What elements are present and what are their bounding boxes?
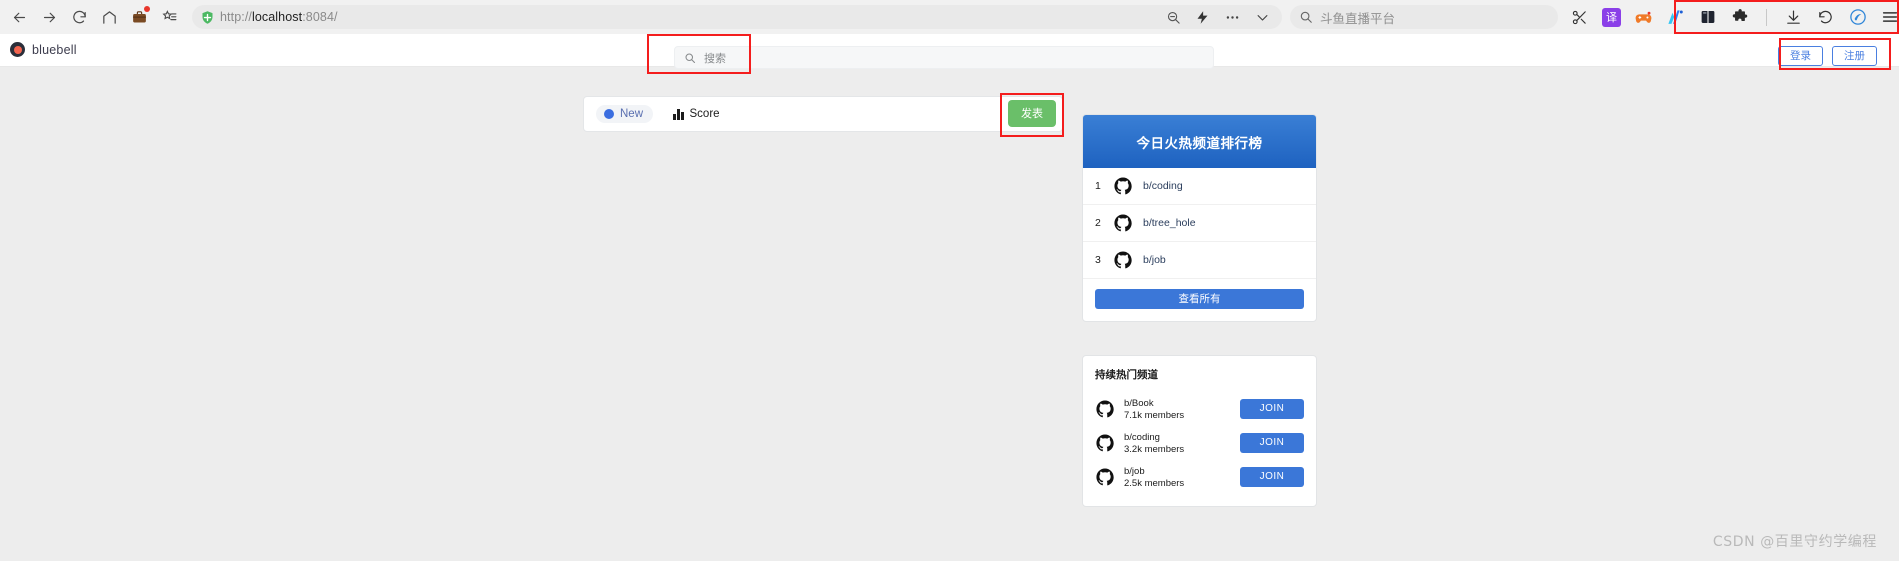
sort-tab-score[interactable]: Score <box>673 108 720 120</box>
sync-icon[interactable] <box>1848 8 1867 27</box>
github-icon <box>1095 399 1115 419</box>
navigation-buttons <box>0 2 184 32</box>
table-row[interactable]: 1 b/coding <box>1083 168 1316 205</box>
rank-card-header: 今日火热频道排行榜 <box>1083 115 1316 168</box>
channel-name: b/Book <box>1124 397 1154 409</box>
channel-name: b/coding <box>1124 431 1160 443</box>
new-dot-icon <box>604 109 614 119</box>
browser-extensions: 译 <box>1570 7 1899 27</box>
sort-tab-new[interactable]: New <box>596 105 654 123</box>
rank-number: 2 <box>1095 217 1101 229</box>
history-back-icon[interactable] <box>1816 8 1835 27</box>
translate-icon[interactable]: 译 <box>1602 7 1621 27</box>
forward-icon[interactable] <box>34 2 64 32</box>
github-icon <box>1113 250 1133 270</box>
sort-tab-score-label: Score <box>689 108 720 120</box>
member-count: 2.5k members <box>1124 477 1185 489</box>
bluebell-logo-icon <box>10 42 25 57</box>
brand-logo[interactable]: bluebell <box>10 42 77 57</box>
rank-card-title: 今日火热频道排行榜 <box>1136 135 1263 152</box>
brand-name: bluebell <box>32 42 77 57</box>
address-bar[interactable]: http://localhost:8084/ <box>192 5 1282 29</box>
rank-number: 1 <box>1095 180 1101 192</box>
search-placeholder: 搜索 <box>704 52 726 65</box>
github-icon <box>1113 213 1133 233</box>
url-text: http://localhost:8084/ <box>220 10 338 24</box>
game-controller-icon[interactable] <box>1634 8 1653 27</box>
table-row[interactable]: 2 b/tree_hole <box>1083 205 1316 242</box>
briefcase-icon[interactable] <box>124 2 154 32</box>
browser-search-box[interactable]: 斗鱼直播平台 <box>1290 5 1558 29</box>
channel-meta: b/job 2.5k members <box>1124 466 1184 489</box>
reload-icon[interactable] <box>64 2 94 32</box>
rank-number: 3 <box>1095 254 1101 266</box>
address-bar-actions <box>1166 9 1274 26</box>
channel-name: b/job <box>1143 254 1166 266</box>
list-item: b/job 2.5k members JOIN <box>1095 460 1304 494</box>
member-count: 3.2k members <box>1124 443 1185 455</box>
join-button[interactable]: JOIN <box>1240 433 1304 453</box>
download-icon[interactable] <box>1784 8 1803 27</box>
table-row[interactable]: 3 b/job <box>1083 242 1316 279</box>
channel-name: b/tree_hole <box>1143 217 1196 229</box>
post-button[interactable]: 发表 <box>1008 100 1056 127</box>
list-item: b/coding 3.2k members JOIN <box>1095 426 1304 460</box>
join-button[interactable]: JOIN <box>1240 467 1304 487</box>
channel-name: b/coding <box>1143 180 1183 192</box>
github-icon <box>1095 433 1115 453</box>
view-all-wrapper: 查看所有 <box>1083 279 1316 321</box>
view-all-button[interactable]: 查看所有 <box>1095 289 1304 309</box>
member-count: 7.1k members <box>1124 409 1185 421</box>
register-button[interactable]: 注册 <box>1832 46 1877 66</box>
list-item: b/Book 7.1k members JOIN <box>1095 392 1304 426</box>
flash-icon[interactable] <box>1195 10 1210 25</box>
popular-card-title: 持续热门频道 <box>1095 369 1158 381</box>
more-icon[interactable] <box>1224 9 1241 26</box>
watermark: CSDN @百里守约学编程 <box>1712 534 1877 550</box>
browser-search-value: 斗鱼直播平台 <box>1320 11 1396 26</box>
github-icon <box>1095 467 1115 487</box>
browser-toolbar: http://localhost:8084/ 斗鱼直播平台 译 <box>0 0 1899 34</box>
zoom-out-icon[interactable] <box>1166 10 1181 25</box>
briefcase-badge <box>144 6 150 12</box>
github-icon <box>1113 176 1133 196</box>
search-input[interactable]: 搜索 <box>674 46 1214 69</box>
scissors-icon[interactable] <box>1570 8 1589 27</box>
channel-meta: b/coding 3.2k members <box>1124 432 1184 455</box>
shield-icon <box>200 10 215 25</box>
bar-chart-icon <box>673 108 684 120</box>
puzzle-icon[interactable] <box>1730 8 1749 27</box>
back-icon[interactable] <box>4 2 34 32</box>
channel-meta: b/Book 7.1k members <box>1124 398 1184 421</box>
channel-name: b/job <box>1124 465 1145 477</box>
home-icon[interactable] <box>94 2 124 32</box>
auth-buttons: 登录 注册 <box>1778 46 1877 66</box>
login-button[interactable]: 登录 <box>1778 46 1823 66</box>
join-button[interactable]: JOIN <box>1240 399 1304 419</box>
book-icon[interactable] <box>1698 8 1717 27</box>
chevron-down-icon[interactable] <box>1255 10 1270 25</box>
ai-icon[interactable] <box>1666 8 1685 27</box>
popular-channels-card: 持续热门频道 b/Book 7.1k members JOIN b/coding… <box>1082 355 1317 507</box>
hot-channels-rank-card: 今日火热频道排行榜 1 b/coding 2 b/tree_hole 3 b/j… <box>1082 114 1317 322</box>
sort-toolbar: New Score <box>583 96 1063 132</box>
search-icon <box>1299 10 1313 24</box>
collections-icon[interactable] <box>154 2 184 32</box>
toolbar-divider <box>1766 8 1767 26</box>
search-icon <box>684 52 696 64</box>
hamburger-menu-icon[interactable] <box>1880 8 1899 27</box>
sort-tab-new-label: New <box>620 108 644 120</box>
